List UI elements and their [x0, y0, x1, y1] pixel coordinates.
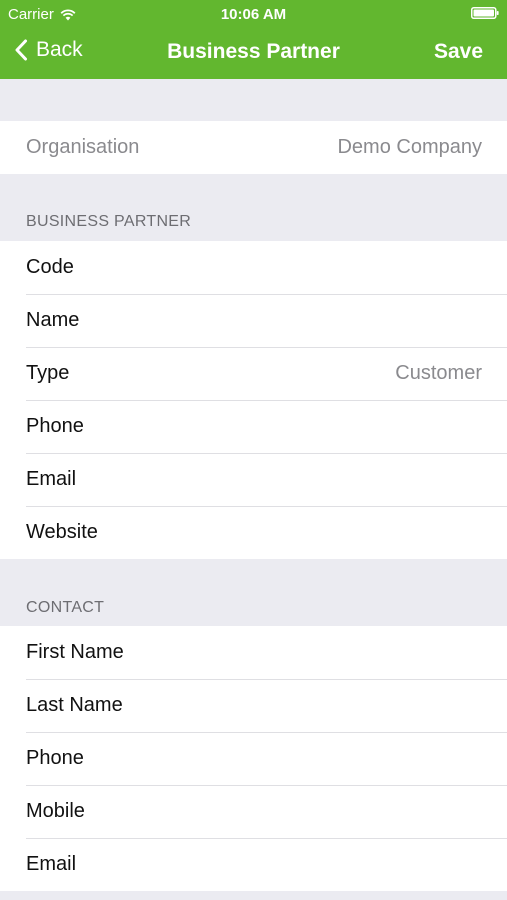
- field-label: Name: [26, 309, 80, 331]
- field-label: Phone: [26, 415, 84, 437]
- top-bar: Carrier 10:06 AM Back Business Partner S…: [0, 0, 507, 79]
- status-time: 10:06 AM: [220, 6, 287, 23]
- contact-section-header: CONTACT: [26, 599, 105, 616]
- field-label: First Name: [26, 641, 124, 663]
- business-partner-group: Code Name Type Customer Phone Email Webs…: [0, 241, 507, 559]
- field-value: Customer: [395, 362, 482, 384]
- email-field[interactable]: Email: [0, 453, 507, 506]
- status-bar: Carrier 10:06 AM: [0, 0, 507, 26]
- top-spacer: [0, 79, 507, 121]
- field-label: Phone: [26, 747, 84, 769]
- mobile-field[interactable]: Mobile: [0, 785, 507, 838]
- battery-icon: [471, 7, 499, 19]
- field-label: Mobile: [26, 800, 85, 822]
- navigation-bar: Back Business Partner Save: [0, 26, 507, 79]
- organisation-value: Demo Company: [337, 136, 482, 158]
- organisation-group: Organisation Demo Company: [0, 121, 507, 174]
- last-name-field[interactable]: Last Name: [0, 679, 507, 732]
- field-label: Last Name: [26, 694, 123, 716]
- name-field[interactable]: Name: [0, 294, 507, 347]
- website-field[interactable]: Website: [0, 506, 507, 559]
- contact-email-field[interactable]: Email: [0, 838, 507, 891]
- type-field[interactable]: Type Customer: [0, 347, 507, 400]
- organisation-label: Organisation: [26, 136, 140, 158]
- code-field[interactable]: Code: [0, 241, 507, 294]
- field-label: Website: [26, 521, 98, 543]
- contact-group: First Name Last Name Phone Mobile Email: [0, 626, 507, 891]
- field-label: Code: [26, 256, 74, 278]
- business-partner-section-header: BUSINESS PARTNER: [26, 213, 192, 230]
- field-label: Type: [26, 362, 70, 384]
- save-button[interactable]: Save: [434, 40, 483, 64]
- first-name-field[interactable]: First Name: [0, 626, 507, 679]
- field-label: Email: [26, 468, 77, 490]
- contact-phone-field[interactable]: Phone: [0, 732, 507, 785]
- field-label: Email: [26, 853, 77, 875]
- organisation-row[interactable]: Organisation Demo Company: [0, 121, 507, 174]
- page-title: Business Partner: [167, 40, 340, 63]
- phone-field[interactable]: Phone: [0, 400, 507, 453]
